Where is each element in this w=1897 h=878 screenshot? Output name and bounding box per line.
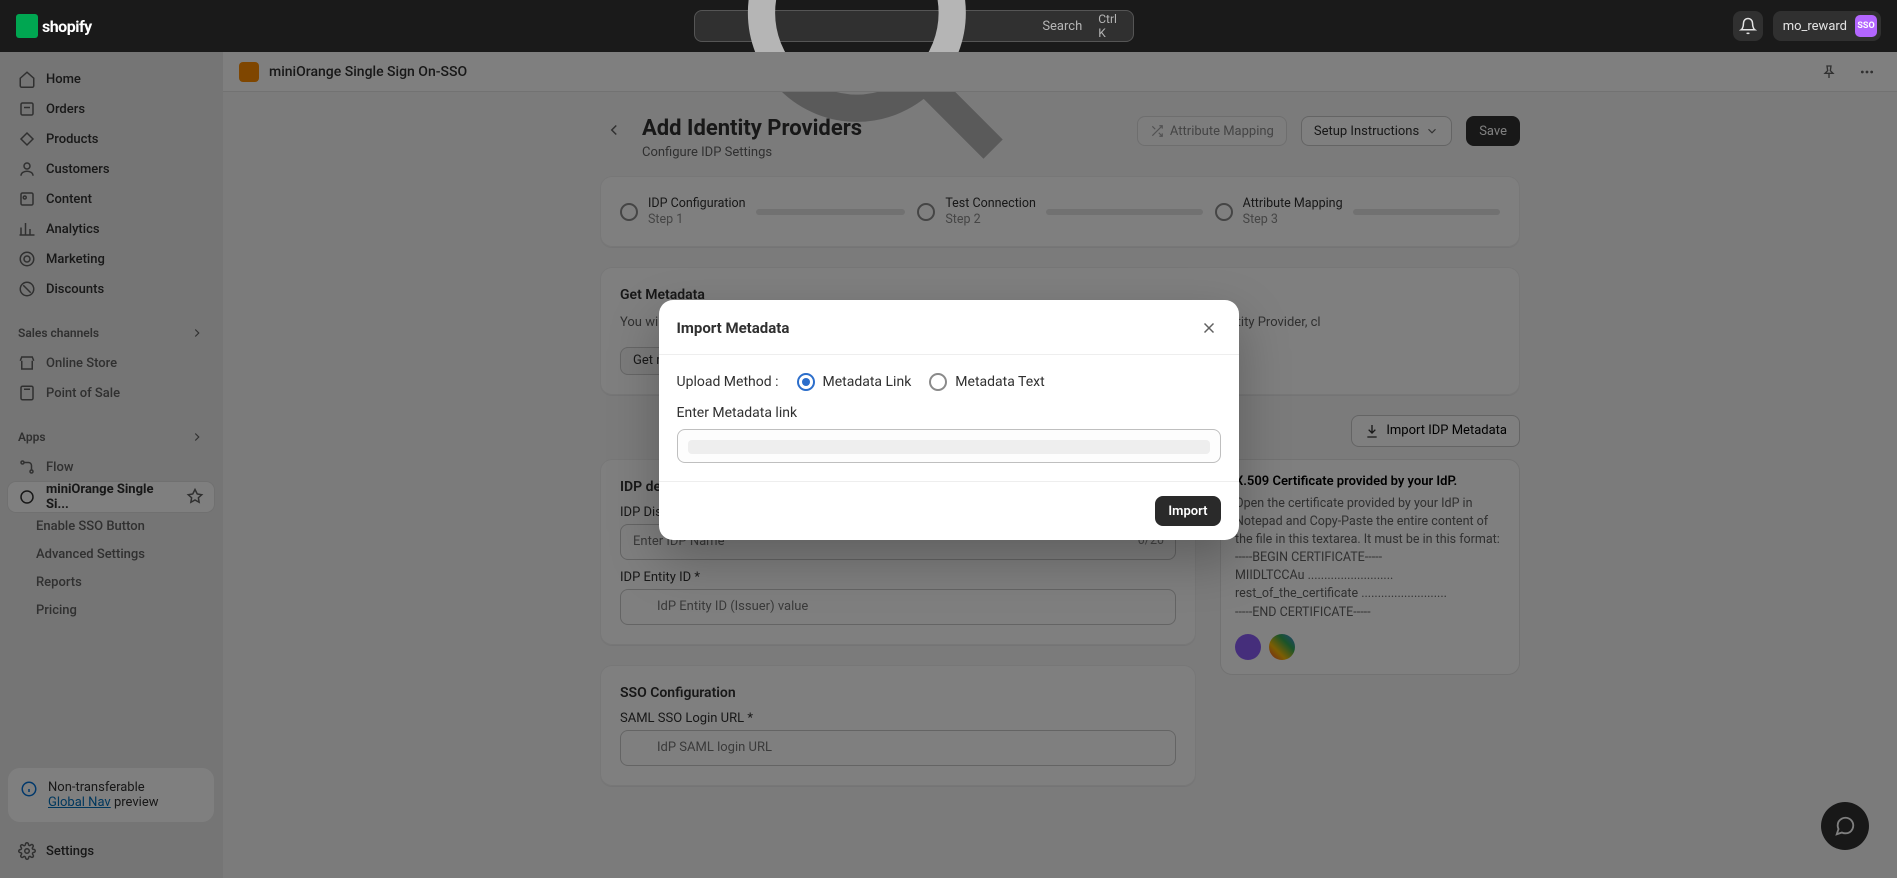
radio-label: Metadata Text xyxy=(955,374,1044,390)
upload-method-label: Upload Method : xyxy=(677,374,779,390)
metadata-link-input[interactable] xyxy=(677,429,1221,463)
brand-logo[interactable]: shopify xyxy=(16,13,96,39)
modal-close-button[interactable] xyxy=(1197,316,1221,340)
user-name: mo_reward xyxy=(1783,19,1847,34)
metadata-link-label: Enter Metadata link xyxy=(677,405,1221,421)
close-icon xyxy=(1200,319,1218,337)
radio-label: Metadata Link xyxy=(823,374,912,390)
brand-logo-mark xyxy=(16,14,38,38)
radio-metadata-text[interactable]: Metadata Text xyxy=(929,373,1044,391)
radio-dot-icon xyxy=(797,373,815,391)
user-menu[interactable]: mo_reward SSO xyxy=(1773,11,1881,41)
brand-logo-text: shopify xyxy=(42,17,92,36)
modal-import-button[interactable]: Import xyxy=(1155,496,1220,526)
search-kbd-shortcut: Ctrl K xyxy=(1098,12,1121,40)
import-metadata-modal: Import Metadata Upload Method : Metadata… xyxy=(659,300,1239,540)
notifications-button[interactable] xyxy=(1733,11,1763,41)
topbar: shopify Search Ctrl K mo_reward SSO xyxy=(0,0,1897,52)
button-label: Import xyxy=(1168,504,1207,519)
modal-title: Import Metadata xyxy=(677,319,790,337)
search-placeholder: Search xyxy=(1042,19,1082,34)
bell-icon xyxy=(1739,17,1757,35)
global-search[interactable]: Search Ctrl K xyxy=(694,10,1134,42)
radio-metadata-link[interactable]: Metadata Link xyxy=(797,373,912,391)
radio-dot-icon xyxy=(929,373,947,391)
user-avatar: SSO xyxy=(1855,15,1877,37)
